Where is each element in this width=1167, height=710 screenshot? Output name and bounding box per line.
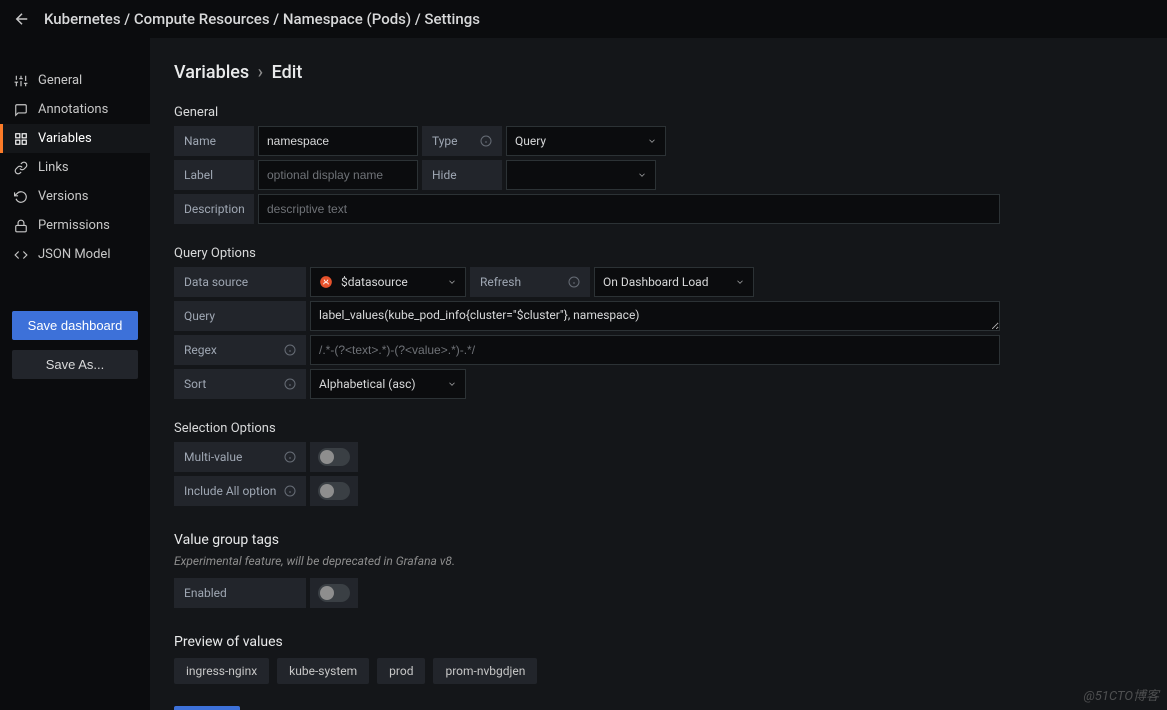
sidebar-item-general[interactable]: General bbox=[0, 66, 150, 95]
info-icon[interactable] bbox=[284, 485, 296, 497]
grid-icon bbox=[14, 132, 28, 146]
sidebar-item-label: Links bbox=[38, 160, 69, 175]
sidebar-item-label: Permissions bbox=[38, 218, 110, 233]
type-label: Type bbox=[422, 126, 502, 156]
chevron-down-icon bbox=[447, 379, 457, 389]
type-select[interactable]: Query bbox=[506, 126, 666, 156]
hide-select[interactable] bbox=[506, 160, 656, 190]
refresh-label: Refresh bbox=[470, 267, 590, 297]
settings-sidebar: General Annotations Variables Links bbox=[0, 38, 150, 710]
value-group-tags-note: Experimental feature, will be deprecated… bbox=[174, 554, 1143, 568]
chevron-down-icon bbox=[637, 170, 647, 180]
sidebar-item-label: Annotations bbox=[38, 102, 108, 117]
multi-value-toggle[interactable] bbox=[318, 448, 350, 466]
hide-label: Hide bbox=[422, 160, 502, 190]
regex-input[interactable] bbox=[310, 335, 1000, 365]
page-title-current: Edit bbox=[272, 62, 303, 83]
query-label: Query bbox=[174, 301, 306, 331]
sidebar-item-permissions[interactable]: Permissions bbox=[0, 211, 150, 240]
link-icon bbox=[14, 161, 28, 175]
section-heading-value-group-tags: Value group tags bbox=[174, 532, 1143, 548]
chevron-down-icon bbox=[447, 277, 457, 287]
sliders-icon bbox=[14, 74, 28, 88]
query-input[interactable] bbox=[310, 301, 1000, 331]
info-icon[interactable] bbox=[568, 276, 580, 288]
sidebar-item-label: Versions bbox=[38, 189, 88, 204]
back-button[interactable] bbox=[10, 7, 34, 31]
comment-icon bbox=[14, 103, 28, 117]
enabled-toggle[interactable] bbox=[318, 584, 350, 602]
sidebar-item-links[interactable]: Links bbox=[0, 153, 150, 182]
sidebar-item-label: JSON Model bbox=[38, 247, 110, 262]
preview-tag: prod bbox=[377, 658, 425, 684]
description-input[interactable] bbox=[258, 194, 1000, 224]
datasource-select[interactable]: $datasource bbox=[310, 267, 466, 297]
history-icon bbox=[14, 190, 28, 204]
section-heading-query-options: Query Options bbox=[174, 246, 1143, 261]
code-icon bbox=[14, 248, 28, 262]
preview-tag: kube-system bbox=[277, 658, 369, 684]
sidebar-item-versions[interactable]: Versions bbox=[0, 182, 150, 211]
section-heading-general: General bbox=[174, 105, 1143, 120]
preview-tag: prom-nvbgdjen bbox=[433, 658, 537, 684]
datasource-label: Data source bbox=[174, 267, 306, 297]
update-button[interactable]: Update bbox=[174, 706, 240, 710]
breadcrumb[interactable]: Kubernetes / Compute Resources / Namespa… bbox=[44, 10, 480, 28]
info-icon[interactable] bbox=[480, 135, 492, 147]
info-icon[interactable] bbox=[284, 344, 296, 356]
multi-value-label: Multi-value bbox=[174, 442, 306, 472]
sidebar-item-json-model[interactable]: JSON Model bbox=[0, 240, 150, 269]
label-label: Label bbox=[174, 160, 254, 190]
sidebar-item-label: Variables bbox=[38, 131, 92, 146]
info-icon[interactable] bbox=[284, 451, 296, 463]
preview-tag: ingress-nginx bbox=[174, 658, 269, 684]
include-all-toggle[interactable] bbox=[318, 482, 350, 500]
label-input[interactable] bbox=[258, 160, 418, 190]
sidebar-item-variables[interactable]: Variables bbox=[0, 124, 150, 153]
sidebar-item-annotations[interactable]: Annotations bbox=[0, 95, 150, 124]
sort-label: Sort bbox=[174, 369, 306, 399]
prometheus-icon bbox=[319, 275, 333, 289]
section-heading-selection-options: Selection Options bbox=[174, 421, 1143, 436]
chevron-down-icon bbox=[735, 277, 745, 287]
regex-label: Regex bbox=[174, 335, 306, 365]
sidebar-item-label: General bbox=[38, 73, 82, 88]
main-content: Variables › Edit General Name Type Query bbox=[150, 38, 1167, 710]
lock-icon bbox=[14, 219, 28, 233]
sort-select[interactable]: Alphabetical (asc) bbox=[310, 369, 466, 399]
preview-tags: ingress-nginx kube-system prod prom-nvbg… bbox=[174, 658, 1143, 684]
refresh-select[interactable]: On Dashboard Load bbox=[594, 267, 754, 297]
name-label: Name bbox=[174, 126, 254, 156]
section-heading-preview: Preview of values bbox=[174, 634, 1143, 650]
enabled-label: Enabled bbox=[174, 578, 306, 608]
description-label: Description bbox=[174, 194, 254, 224]
chevron-down-icon bbox=[647, 136, 657, 146]
save-as-button[interactable]: Save As... bbox=[12, 350, 138, 379]
info-icon[interactable] bbox=[284, 378, 296, 390]
page-title-parent[interactable]: Variables bbox=[174, 62, 249, 83]
include-all-label: Include All option bbox=[174, 476, 306, 506]
page-title: Variables › Edit bbox=[174, 62, 1143, 83]
name-input[interactable] bbox=[258, 126, 418, 156]
save-dashboard-button[interactable]: Save dashboard bbox=[12, 311, 138, 340]
